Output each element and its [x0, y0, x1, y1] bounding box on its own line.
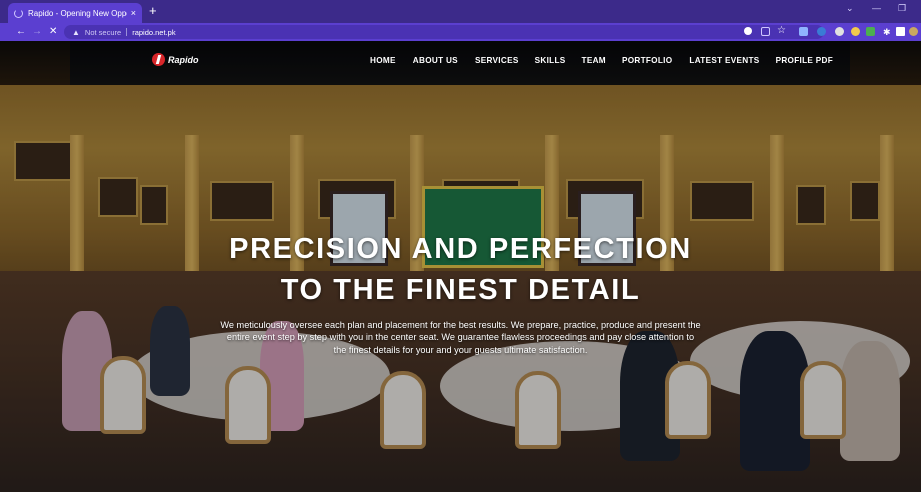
url-text[interactable]: rapido.net.pk	[132, 28, 175, 37]
restore-button[interactable]: ❐	[898, 3, 906, 14]
puzzle-icon[interactable]: ✱	[883, 26, 891, 38]
bookmark-star-icon[interactable]: ☆	[777, 25, 786, 37]
address-bar[interactable]: ▲ Not secure rapido.net.pk	[64, 25, 824, 39]
forward-arrow-icon[interactable]: →	[32, 26, 42, 38]
nav-services[interactable]: SERVICES	[475, 56, 519, 65]
security-status[interactable]: Not secure	[85, 28, 121, 37]
hero-headline-line1: PRECISION AND PERFECTION	[229, 233, 692, 265]
rapido-logo-icon	[152, 53, 165, 66]
warning-icon: ▲	[72, 27, 80, 37]
site-logo[interactable]: Rapido	[152, 53, 199, 66]
nav-home[interactable]: HOME	[370, 56, 396, 65]
loading-spinner-icon	[14, 8, 23, 18]
hero-section: Rapido HOME ABOUT US SERVICES SKILLS TEA…	[0, 41, 921, 492]
minimize-button[interactable]: —	[872, 3, 881, 13]
back-arrow-icon[interactable]: ←	[16, 26, 26, 38]
shield-icon[interactable]	[817, 27, 826, 36]
tab-search-icon[interactable]: ⌄	[846, 3, 854, 14]
nav-team[interactable]: TEAM	[582, 56, 606, 65]
share-icon[interactable]	[761, 27, 770, 36]
hero-headline-line2: TO THE FINEST DETAIL	[280, 274, 641, 306]
main-nav: HOME ABOUT US SERVICES SKILLS TEAM PORTF…	[370, 56, 833, 65]
tab-close-icon[interactable]: ×	[131, 8, 136, 18]
sidepanel-icon[interactable]	[896, 27, 905, 36]
avatar[interactable]	[909, 27, 918, 36]
nav-portfolio[interactable]: PORTFOLIO	[622, 56, 672, 65]
nav-profile-pdf[interactable]: PROFILE PDF	[776, 56, 833, 65]
extension-icon[interactable]	[799, 27, 808, 36]
extension-icon[interactable]	[866, 27, 875, 36]
google-lens-icon[interactable]	[744, 27, 752, 35]
nav-latest-events[interactable]: LATEST EVENTS	[689, 56, 759, 65]
new-tab-button[interactable]: +	[149, 4, 157, 18]
hero-description: We meticulously oversee each plan and pl…	[220, 320, 701, 355]
logo-text: Rapido	[168, 54, 199, 65]
nav-skills[interactable]: SKILLS	[535, 56, 566, 65]
browser-tab-bar: Rapido - Opening New Opportu × + ⌄ — ❐	[0, 0, 921, 23]
stop-loading-icon[interactable]: ✕	[49, 26, 57, 38]
extension-icon[interactable]	[835, 27, 844, 36]
divider	[126, 28, 128, 36]
browser-tab[interactable]: Rapido - Opening New Opportu ×	[8, 3, 142, 23]
extension-icon[interactable]	[851, 27, 860, 36]
browser-toolbar: ← → ✕ ▲ Not secure rapido.net.pk ☆ ✱	[0, 23, 921, 41]
tab-title: Rapido - Opening New Opportu	[28, 8, 127, 18]
hero-overlay	[0, 41, 921, 492]
nav-about-us[interactable]: ABOUT US	[413, 56, 458, 65]
